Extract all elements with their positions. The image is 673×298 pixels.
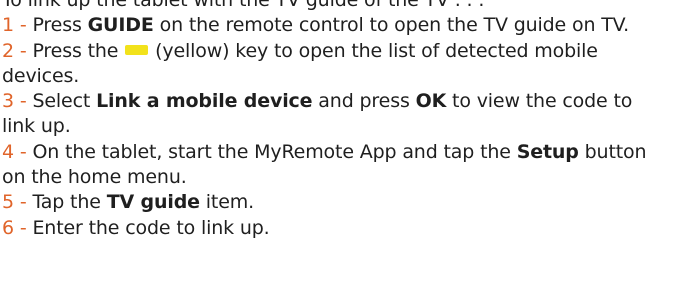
step-text: Enter the code to link up. xyxy=(32,216,270,239)
step-number: 6 - xyxy=(2,216,33,239)
step-text: item. xyxy=(199,191,255,214)
step-number: 4 - xyxy=(2,140,33,163)
step-number: 1 - xyxy=(2,14,33,37)
step-text: Press xyxy=(32,14,88,37)
step-number: 3 - xyxy=(2,90,33,113)
step-text: on the remote control to open the TV gui… xyxy=(153,14,630,37)
ok-key-label: OK xyxy=(415,90,447,113)
step-text: Select xyxy=(32,90,97,113)
step-1: 1 - Press GUIDE on the remote control to… xyxy=(2,13,670,38)
intro-text: To link up the tablet with the TV guide … xyxy=(2,0,485,11)
step-6: 6 - Enter the code to link up. xyxy=(2,216,670,241)
step-2: 2 - Press the (yellow) key to open the l… xyxy=(2,39,670,90)
link-device-label: Link a mobile device xyxy=(96,90,313,113)
step-4: 4 - On the tablet, start the MyRemote Ap… xyxy=(2,140,670,191)
step-number: 5 - xyxy=(2,191,33,214)
step-text: and press xyxy=(312,90,416,113)
step-text: Tap the xyxy=(32,191,107,214)
step-number: 2 - xyxy=(2,39,33,62)
setup-button-label: Setup xyxy=(516,140,579,163)
step-5: 5 - Tap the TV guide item. xyxy=(2,190,670,215)
step-text: On the tablet, start the MyRemote App an… xyxy=(32,140,517,163)
tv-guide-item-label: TV guide xyxy=(106,191,200,214)
guide-key-label: GUIDE xyxy=(87,14,154,37)
step-text: Press the xyxy=(32,39,125,62)
step-3: 3 - Select Link a mobile device and pres… xyxy=(2,89,670,140)
yellow-key-icon xyxy=(125,44,149,55)
instructions-text: To link up the tablet with the TV guide … xyxy=(2,0,670,241)
